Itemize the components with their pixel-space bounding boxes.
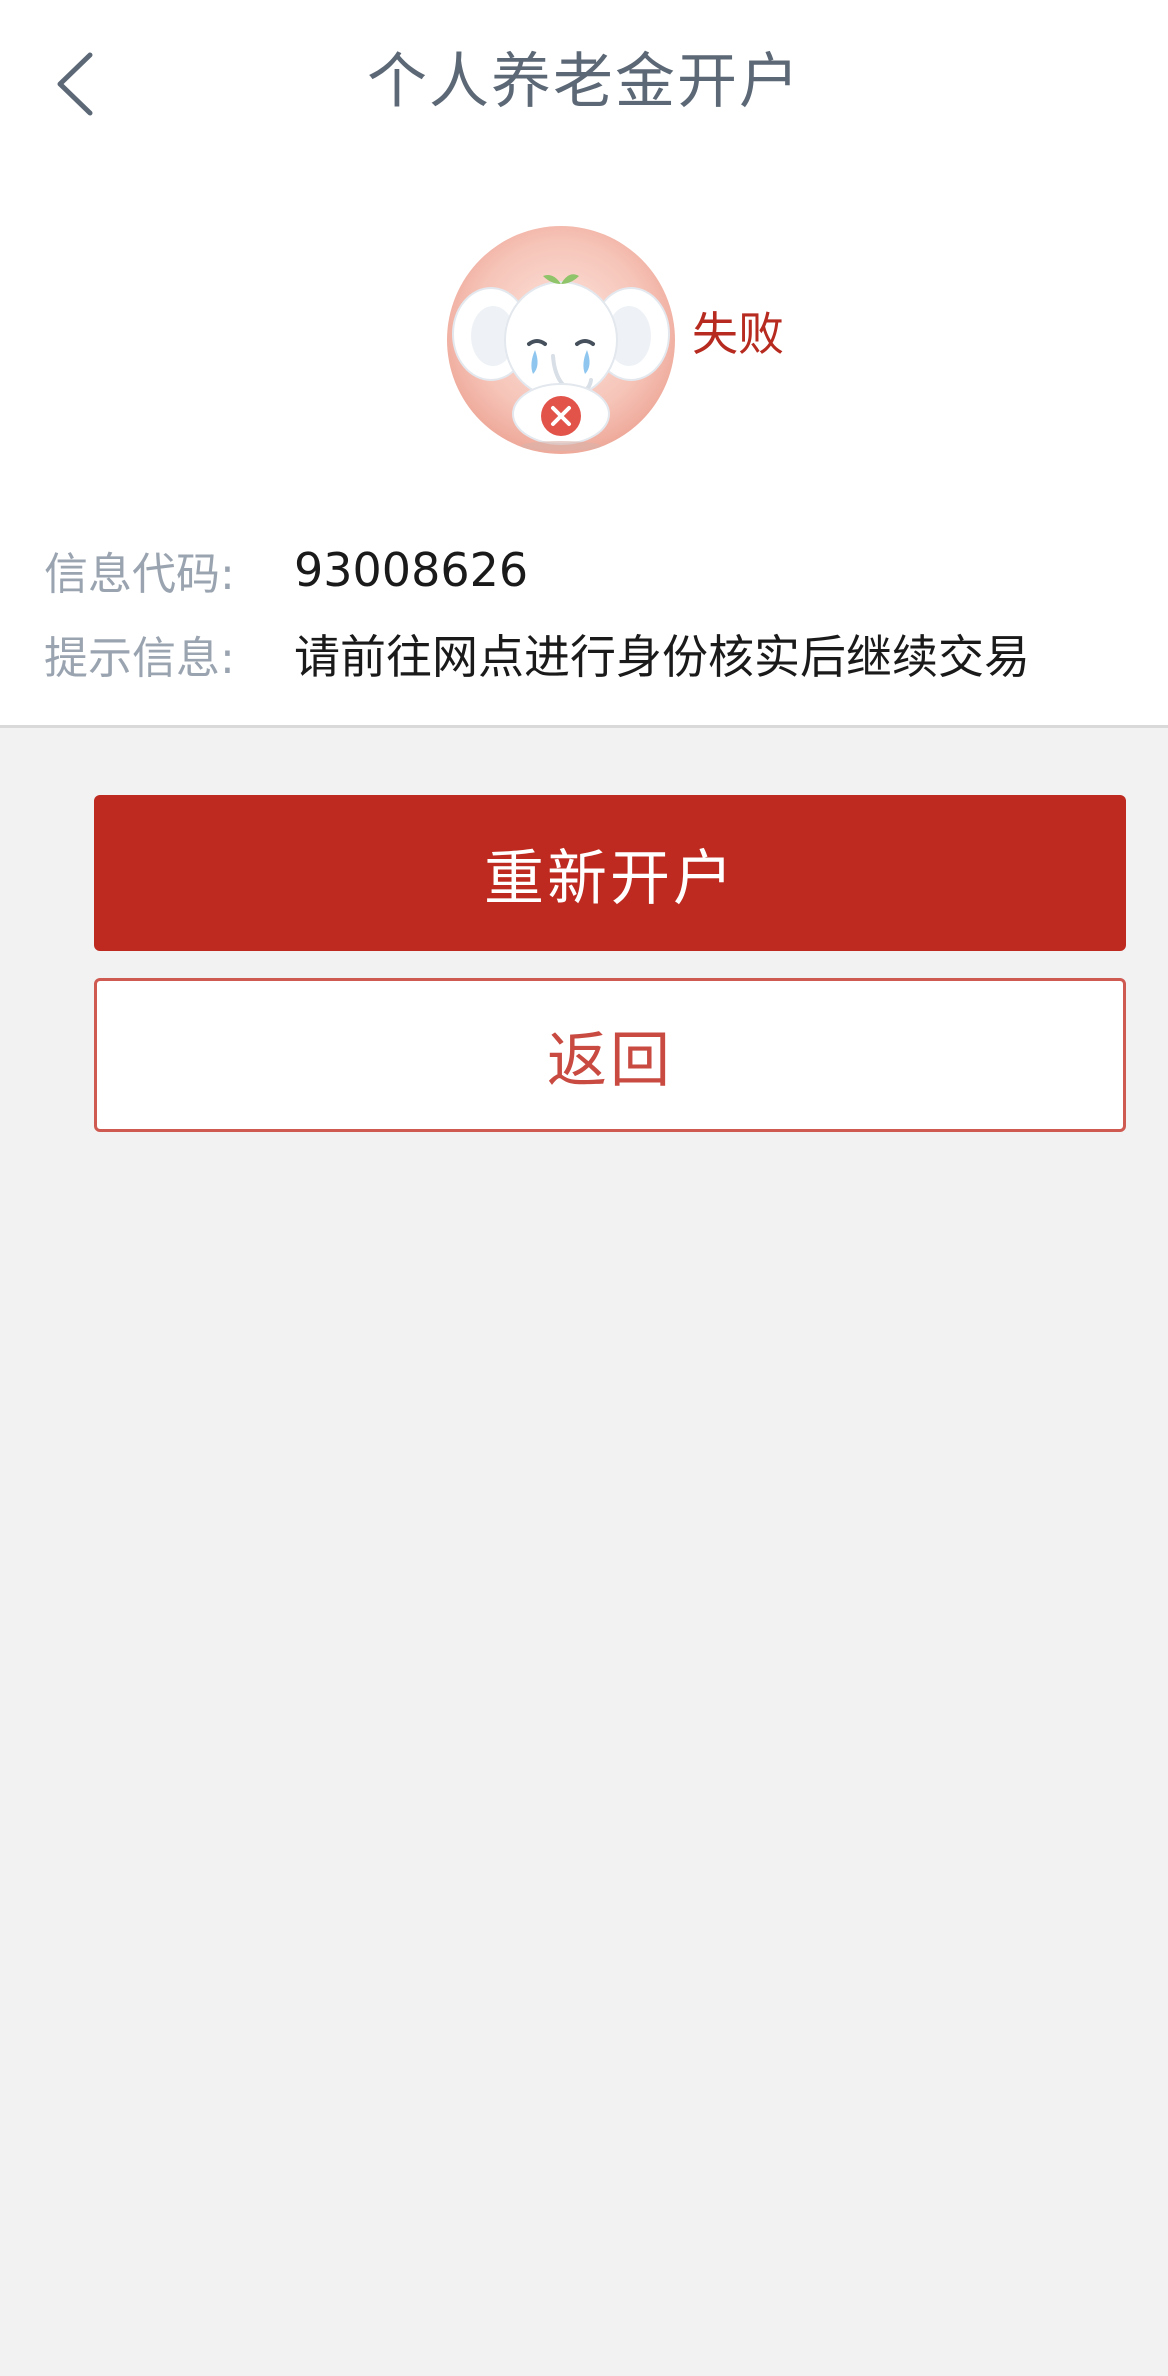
return-button[interactable]: 返回	[94, 978, 1126, 1132]
info-hint-value: 请前往网点进行身份核实后继续交易	[294, 630, 1030, 684]
crying-elephant-failure-icon	[447, 226, 675, 454]
info-hint-row: 提示信息: 请前往网点进行身份核实后继续交易	[44, 624, 1030, 684]
info-code-label: 信息代码:	[44, 549, 235, 600]
reopen-account-button[interactable]: 重新开户	[94, 795, 1126, 951]
page-title: 个人养老金开户	[367, 47, 801, 117]
info-code-row: 信息代码: 93008626	[44, 540, 528, 600]
navigation-bar: 个人养老金开户	[0, 0, 1168, 170]
result-status-text: 失败	[692, 307, 784, 361]
info-code-value: 93008626	[294, 543, 529, 597]
result-indicator: 失败	[440, 220, 800, 470]
pension-account-result-page: 个人养老金开户 失败 信息代码: 93008626 提示信息: 请前往网点进行身…	[0, 0, 1168, 2376]
result-panel: 个人养老金开户 失败 信息代码: 93008626 提示信息: 请前往网点进行身…	[0, 0, 1168, 728]
info-hint-label: 提示信息:	[44, 633, 235, 684]
